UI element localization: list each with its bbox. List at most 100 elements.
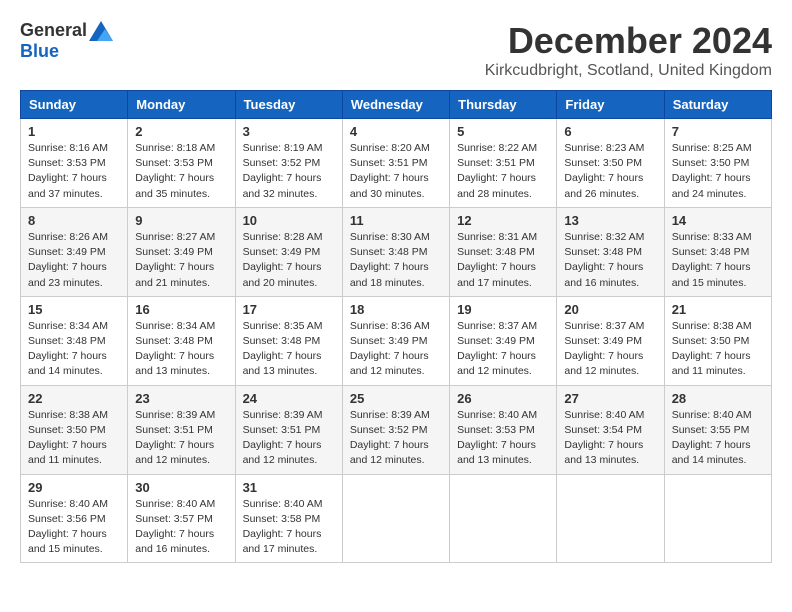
day-number: 31 xyxy=(243,480,335,495)
day-number: 4 xyxy=(350,124,442,139)
day-info: Sunrise: 8:31 AM Sunset: 3:48 PM Dayligh… xyxy=(457,230,549,291)
calendar-day-cell: 13 Sunrise: 8:32 AM Sunset: 3:48 PM Dayl… xyxy=(557,207,664,296)
day-info: Sunrise: 8:40 AM Sunset: 3:53 PM Dayligh… xyxy=(457,408,549,469)
day-info: Sunrise: 8:18 AM Sunset: 3:53 PM Dayligh… xyxy=(135,141,227,202)
header-monday: Monday xyxy=(128,91,235,119)
day-number: 27 xyxy=(564,391,656,406)
calendar-day-cell: 26 Sunrise: 8:40 AM Sunset: 3:53 PM Dayl… xyxy=(450,385,557,474)
day-info: Sunrise: 8:27 AM Sunset: 3:49 PM Dayligh… xyxy=(135,230,227,291)
calendar-day-cell: 17 Sunrise: 8:35 AM Sunset: 3:48 PM Dayl… xyxy=(235,296,342,385)
day-info: Sunrise: 8:40 AM Sunset: 3:54 PM Dayligh… xyxy=(564,408,656,469)
day-number: 17 xyxy=(243,302,335,317)
day-number: 26 xyxy=(457,391,549,406)
day-number: 2 xyxy=(135,124,227,139)
day-info: Sunrise: 8:36 AM Sunset: 3:49 PM Dayligh… xyxy=(350,319,442,380)
calendar-day-cell: 1 Sunrise: 8:16 AM Sunset: 3:53 PM Dayli… xyxy=(21,119,128,208)
day-info: Sunrise: 8:34 AM Sunset: 3:48 PM Dayligh… xyxy=(28,319,120,380)
day-number: 22 xyxy=(28,391,120,406)
day-info: Sunrise: 8:22 AM Sunset: 3:51 PM Dayligh… xyxy=(457,141,549,202)
calendar-day-cell: 6 Sunrise: 8:23 AM Sunset: 3:50 PM Dayli… xyxy=(557,119,664,208)
header-sunday: Sunday xyxy=(21,91,128,119)
day-number: 12 xyxy=(457,213,549,228)
weekday-header-row: Sunday Monday Tuesday Wednesday Thursday… xyxy=(21,91,772,119)
calendar-empty-cell xyxy=(450,474,557,563)
day-info: Sunrise: 8:28 AM Sunset: 3:49 PM Dayligh… xyxy=(243,230,335,291)
day-number: 29 xyxy=(28,480,120,495)
title-section: December 2024 Kirkcudbright, Scotland, U… xyxy=(485,20,772,80)
day-number: 11 xyxy=(350,213,442,228)
calendar-empty-cell xyxy=(664,474,771,563)
calendar-day-cell: 28 Sunrise: 8:40 AM Sunset: 3:55 PM Dayl… xyxy=(664,385,771,474)
header-tuesday: Tuesday xyxy=(235,91,342,119)
day-info: Sunrise: 8:34 AM Sunset: 3:48 PM Dayligh… xyxy=(135,319,227,380)
day-number: 6 xyxy=(564,124,656,139)
calendar-day-cell: 3 Sunrise: 8:19 AM Sunset: 3:52 PM Dayli… xyxy=(235,119,342,208)
day-number: 16 xyxy=(135,302,227,317)
calendar-week-row: 15 Sunrise: 8:34 AM Sunset: 3:48 PM Dayl… xyxy=(21,296,772,385)
calendar-day-cell: 11 Sunrise: 8:30 AM Sunset: 3:48 PM Dayl… xyxy=(342,207,449,296)
calendar-day-cell: 31 Sunrise: 8:40 AM Sunset: 3:58 PM Dayl… xyxy=(235,474,342,563)
calendar-day-cell: 12 Sunrise: 8:31 AM Sunset: 3:48 PM Dayl… xyxy=(450,207,557,296)
logo-general-text: General xyxy=(20,20,87,41)
calendar-day-cell: 16 Sunrise: 8:34 AM Sunset: 3:48 PM Dayl… xyxy=(128,296,235,385)
calendar-week-row: 1 Sunrise: 8:16 AM Sunset: 3:53 PM Dayli… xyxy=(21,119,772,208)
day-info: Sunrise: 8:40 AM Sunset: 3:56 PM Dayligh… xyxy=(28,497,120,558)
header-wednesday: Wednesday xyxy=(342,91,449,119)
calendar-day-cell: 8 Sunrise: 8:26 AM Sunset: 3:49 PM Dayli… xyxy=(21,207,128,296)
calendar-week-row: 8 Sunrise: 8:26 AM Sunset: 3:49 PM Dayli… xyxy=(21,207,772,296)
calendar-day-cell: 18 Sunrise: 8:36 AM Sunset: 3:49 PM Dayl… xyxy=(342,296,449,385)
calendar-day-cell: 23 Sunrise: 8:39 AM Sunset: 3:51 PM Dayl… xyxy=(128,385,235,474)
location-text: Kirkcudbright, Scotland, United Kingdom xyxy=(485,62,772,80)
calendar-week-row: 22 Sunrise: 8:38 AM Sunset: 3:50 PM Dayl… xyxy=(21,385,772,474)
day-number: 14 xyxy=(672,213,764,228)
day-info: Sunrise: 8:39 AM Sunset: 3:51 PM Dayligh… xyxy=(243,408,335,469)
day-info: Sunrise: 8:30 AM Sunset: 3:48 PM Dayligh… xyxy=(350,230,442,291)
day-info: Sunrise: 8:37 AM Sunset: 3:49 PM Dayligh… xyxy=(457,319,549,380)
month-title: December 2024 xyxy=(485,20,772,62)
calendar-week-row: 29 Sunrise: 8:40 AM Sunset: 3:56 PM Dayl… xyxy=(21,474,772,563)
day-info: Sunrise: 8:39 AM Sunset: 3:52 PM Dayligh… xyxy=(350,408,442,469)
day-number: 9 xyxy=(135,213,227,228)
day-number: 28 xyxy=(672,391,764,406)
calendar-day-cell: 21 Sunrise: 8:38 AM Sunset: 3:50 PM Dayl… xyxy=(664,296,771,385)
calendar-day-cell: 14 Sunrise: 8:33 AM Sunset: 3:48 PM Dayl… xyxy=(664,207,771,296)
logo-blue-text: Blue xyxy=(20,41,59,62)
day-info: Sunrise: 8:38 AM Sunset: 3:50 PM Dayligh… xyxy=(28,408,120,469)
calendar-empty-cell xyxy=(557,474,664,563)
day-number: 21 xyxy=(672,302,764,317)
day-info: Sunrise: 8:37 AM Sunset: 3:49 PM Dayligh… xyxy=(564,319,656,380)
day-info: Sunrise: 8:16 AM Sunset: 3:53 PM Dayligh… xyxy=(28,141,120,202)
day-info: Sunrise: 8:38 AM Sunset: 3:50 PM Dayligh… xyxy=(672,319,764,380)
calendar-table: Sunday Monday Tuesday Wednesday Thursday… xyxy=(20,90,772,563)
day-info: Sunrise: 8:39 AM Sunset: 3:51 PM Dayligh… xyxy=(135,408,227,469)
day-info: Sunrise: 8:20 AM Sunset: 3:51 PM Dayligh… xyxy=(350,141,442,202)
calendar-day-cell: 27 Sunrise: 8:40 AM Sunset: 3:54 PM Dayl… xyxy=(557,385,664,474)
day-number: 23 xyxy=(135,391,227,406)
calendar-day-cell: 15 Sunrise: 8:34 AM Sunset: 3:48 PM Dayl… xyxy=(21,296,128,385)
day-number: 20 xyxy=(564,302,656,317)
calendar-day-cell: 29 Sunrise: 8:40 AM Sunset: 3:56 PM Dayl… xyxy=(21,474,128,563)
day-number: 24 xyxy=(243,391,335,406)
calendar-day-cell: 5 Sunrise: 8:22 AM Sunset: 3:51 PM Dayli… xyxy=(450,119,557,208)
header-saturday: Saturday xyxy=(664,91,771,119)
day-info: Sunrise: 8:40 AM Sunset: 3:55 PM Dayligh… xyxy=(672,408,764,469)
day-number: 13 xyxy=(564,213,656,228)
day-number: 3 xyxy=(243,124,335,139)
day-number: 7 xyxy=(672,124,764,139)
calendar-day-cell: 20 Sunrise: 8:37 AM Sunset: 3:49 PM Dayl… xyxy=(557,296,664,385)
calendar-day-cell: 19 Sunrise: 8:37 AM Sunset: 3:49 PM Dayl… xyxy=(450,296,557,385)
logo-icon xyxy=(89,21,113,41)
calendar-day-cell: 2 Sunrise: 8:18 AM Sunset: 3:53 PM Dayli… xyxy=(128,119,235,208)
calendar-day-cell: 9 Sunrise: 8:27 AM Sunset: 3:49 PM Dayli… xyxy=(128,207,235,296)
calendar-day-cell: 4 Sunrise: 8:20 AM Sunset: 3:51 PM Dayli… xyxy=(342,119,449,208)
day-number: 8 xyxy=(28,213,120,228)
day-number: 10 xyxy=(243,213,335,228)
day-info: Sunrise: 8:35 AM Sunset: 3:48 PM Dayligh… xyxy=(243,319,335,380)
logo: General Blue xyxy=(20,20,113,62)
page-header: General Blue December 2024 Kirkcudbright… xyxy=(20,20,772,80)
calendar-day-cell: 7 Sunrise: 8:25 AM Sunset: 3:50 PM Dayli… xyxy=(664,119,771,208)
day-number: 30 xyxy=(135,480,227,495)
calendar-day-cell: 10 Sunrise: 8:28 AM Sunset: 3:49 PM Dayl… xyxy=(235,207,342,296)
day-info: Sunrise: 8:25 AM Sunset: 3:50 PM Dayligh… xyxy=(672,141,764,202)
calendar-day-cell: 25 Sunrise: 8:39 AM Sunset: 3:52 PM Dayl… xyxy=(342,385,449,474)
